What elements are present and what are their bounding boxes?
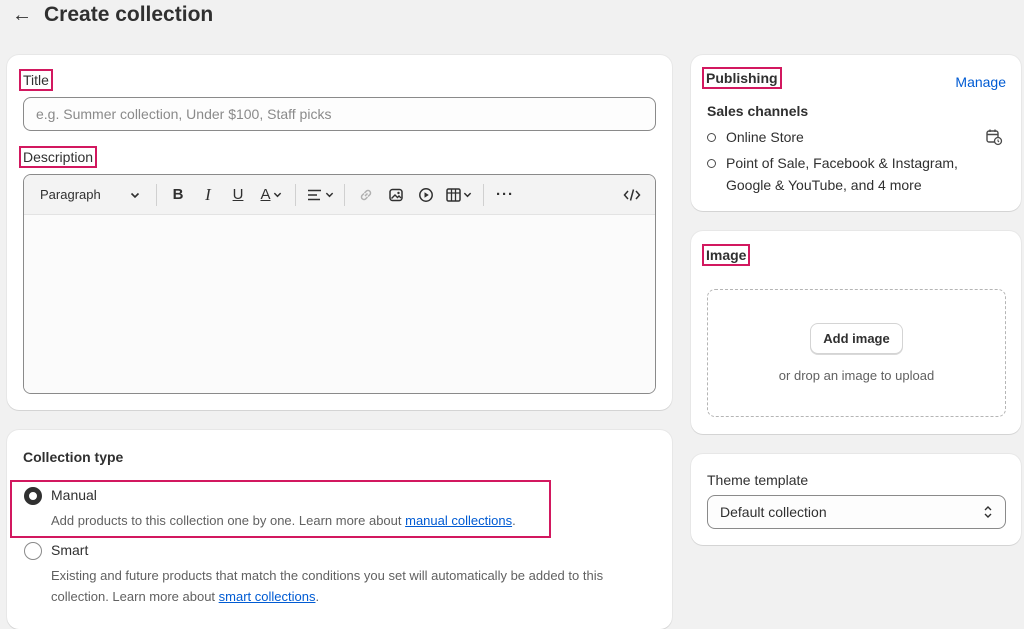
drop-image-text: or drop an image to upload [778, 368, 935, 383]
chevron-down-icon [325, 192, 333, 198]
smart-label: Smart [51, 542, 89, 558]
manual-label: Manual [51, 487, 97, 503]
page-header: ← Create collection [12, 0, 213, 30]
theme-template-value: Default collection [720, 504, 827, 520]
image-title: Image [701, 244, 751, 266]
toolbar-divider [344, 183, 345, 206]
chevron-down-icon [130, 192, 140, 198]
smart-help-text: Existing and future products that match … [51, 565, 651, 607]
manual-help-text: Add products to this collection one by o… [51, 510, 516, 531]
image-card: Image Add image or drop an image to uplo… [691, 231, 1021, 434]
collection-type-card: Collection type Manual Add products to t… [7, 430, 672, 629]
chevron-up-down-icon [984, 506, 992, 518]
manual-collections-link[interactable]: manual collections [405, 513, 512, 528]
editor-content-area[interactable] [24, 215, 655, 393]
collection-type-title: Collection type [23, 449, 124, 465]
smart-help-line1: Existing and future products that match … [51, 568, 604, 583]
manual-radio[interactable] [24, 487, 42, 505]
video-icon[interactable] [411, 181, 441, 209]
image-icon[interactable] [381, 181, 411, 209]
theme-template-label: Theme template [707, 472, 809, 488]
title-input[interactable] [23, 97, 656, 131]
publishing-title: Publishing [702, 67, 782, 89]
smart-collections-link[interactable]: smart collections [219, 589, 316, 604]
link-icon[interactable] [351, 181, 381, 209]
paragraph-label: Paragraph [40, 187, 101, 202]
smart-radio[interactable] [24, 542, 42, 560]
code-view-icon[interactable] [617, 181, 647, 209]
smart-help-line2: collection. Learn more about [51, 589, 219, 604]
channel-status-dot [707, 133, 716, 142]
chevron-down-icon [273, 192, 281, 198]
align-icon[interactable] [302, 181, 338, 209]
publishing-card: Publishing Manage Sales channels Online … [691, 55, 1021, 211]
sales-channels-label: Sales channels [707, 103, 809, 119]
manual-help-suffix: . [512, 513, 516, 528]
page-title: Create collection [44, 3, 214, 26]
description-editor[interactable]: Paragraph B I U A ··· [23, 174, 656, 394]
channel-point-of-sale: Point of Sale, Facebook & Instagram, Goo… [707, 152, 987, 196]
add-image-button[interactable]: Add image [810, 323, 903, 354]
manage-link[interactable]: Manage [955, 74, 1006, 90]
paragraph-format-select[interactable]: Paragraph [32, 187, 150, 202]
toolbar-divider [483, 183, 484, 206]
channel-label: Online Store [726, 129, 804, 145]
manual-help: Add products to this collection one by o… [51, 513, 406, 528]
title-label: Title [19, 69, 53, 91]
underline-icon[interactable]: U [223, 181, 253, 209]
table-icon[interactable] [441, 181, 477, 209]
theme-template-card: Theme template Default collection [691, 454, 1021, 545]
channel-label: Point of Sale, Facebook & Instagram, Goo… [726, 155, 958, 193]
toolbar-divider [156, 183, 157, 206]
channel-status-dot [707, 159, 716, 168]
italic-icon[interactable]: I [193, 181, 223, 209]
theme-template-select[interactable]: Default collection [707, 495, 1006, 529]
text-color-icon[interactable]: A [253, 181, 289, 209]
image-dropzone[interactable]: Add image or drop an image to upload [707, 289, 1006, 417]
editor-toolbar: Paragraph B I U A ··· [24, 175, 655, 215]
toolbar-divider [295, 183, 296, 206]
calendar-schedule-icon[interactable] [985, 128, 1003, 146]
title-description-card: Title Description Paragraph B I U A [7, 55, 672, 410]
description-label: Description [18, 146, 98, 168]
arrow-left-icon[interactable]: ← [12, 5, 32, 25]
chevron-down-icon [463, 192, 472, 198]
smart-help-suffix: . [315, 589, 320, 604]
channel-online-store: Online Store [707, 126, 977, 148]
more-options-icon[interactable]: ··· [490, 181, 520, 209]
bold-icon[interactable]: B [163, 181, 193, 209]
